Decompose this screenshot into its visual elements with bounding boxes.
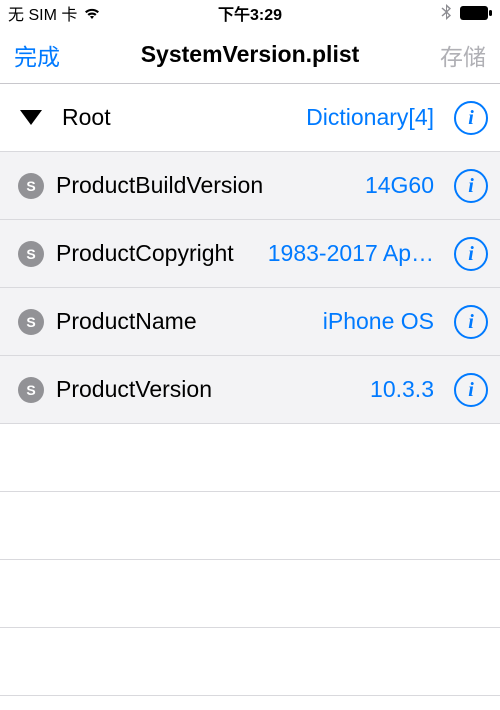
status-time: 下午3:29 (218, 1, 282, 25)
root-value: Dictionary[4] (306, 104, 434, 131)
row-value: 1983-2017 Ap… (268, 240, 434, 267)
table-row[interactable]: S ProductCopyright 1983-2017 Ap… i (0, 220, 500, 288)
table-row[interactable]: S ProductName iPhone OS i (0, 288, 500, 356)
carrier-text: 无 SIM 卡 (8, 1, 77, 25)
battery-icon (460, 6, 492, 20)
save-button[interactable]: 存储 (368, 38, 486, 72)
disclosure-triangle-icon[interactable] (20, 110, 42, 125)
root-row[interactable]: Root Dictionary[4] i (0, 84, 500, 152)
table-row[interactable]: S ProductBuildVersion 14G60 i (0, 152, 500, 220)
row-value: iPhone OS (323, 308, 434, 335)
info-icon[interactable]: i (454, 305, 488, 339)
info-icon[interactable]: i (454, 169, 488, 203)
row-key: ProductBuildVersion (56, 172, 263, 199)
bluetooth-icon (441, 4, 452, 22)
row-key: ProductCopyright (56, 240, 234, 267)
page-title: SystemVersion.plist (132, 41, 368, 68)
status-bar: 无 SIM 卡 下午3:29 (0, 0, 500, 26)
root-key: Root (62, 104, 111, 131)
nav-bar: 完成 SystemVersion.plist 存储 (0, 26, 500, 84)
string-type-badge: S (18, 173, 44, 199)
string-type-badge: S (18, 241, 44, 267)
string-type-badge: S (18, 309, 44, 335)
plist-table: Root Dictionary[4] i S ProductBuildVersi… (0, 84, 500, 424)
row-key: ProductVersion (56, 376, 212, 403)
string-type-badge: S (18, 377, 44, 403)
table-row[interactable]: S ProductVersion 10.3.3 i (0, 356, 500, 424)
row-value: 10.3.3 (370, 376, 434, 403)
row-value: 14G60 (365, 172, 434, 199)
wifi-icon (83, 6, 101, 20)
empty-area (0, 424, 500, 696)
row-key: ProductName (56, 308, 197, 335)
info-icon[interactable]: i (454, 373, 488, 407)
info-icon[interactable]: i (454, 101, 488, 135)
done-button[interactable]: 完成 (14, 38, 132, 72)
info-icon[interactable]: i (454, 237, 488, 271)
